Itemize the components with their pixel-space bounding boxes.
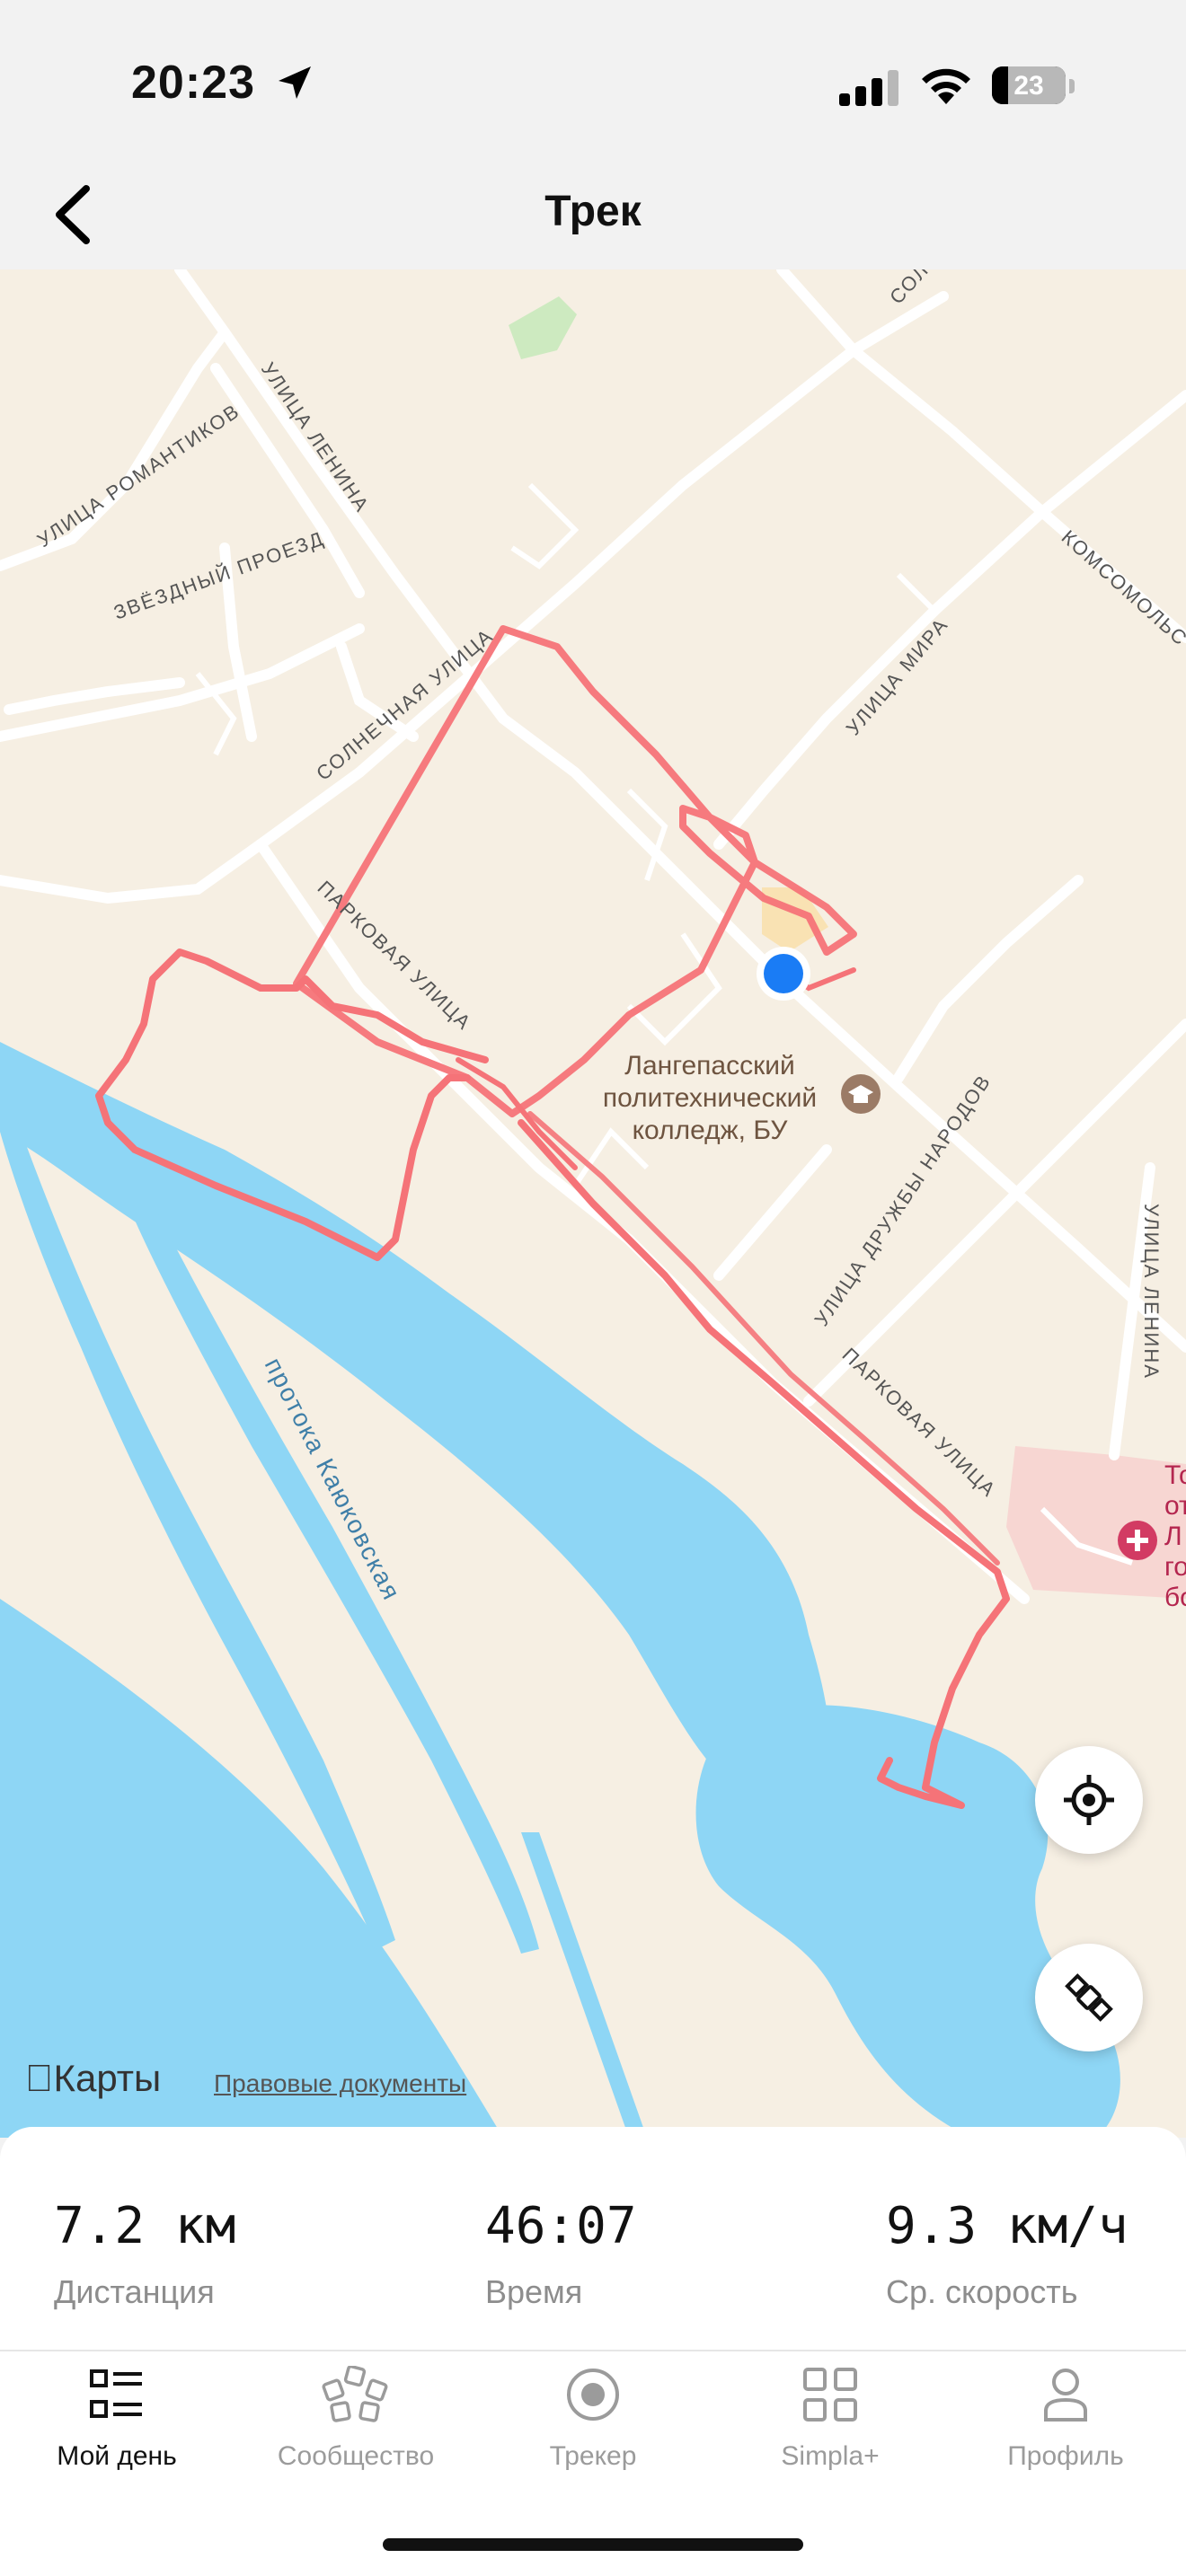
- tracker-icon: [567, 2369, 619, 2421]
- tab-my-day[interactable]: Мой день: [0, 2366, 234, 2472]
- stat-distance-value: 7.2 км: [54, 2197, 236, 2255]
- street-label-mira: УЛИЦА МИРА: [842, 613, 953, 740]
- stat-time: 46:07 Время: [485, 2197, 637, 2311]
- home-indicator: [383, 2538, 803, 2551]
- map-type-button[interactable]: [1035, 1944, 1143, 2051]
- community-icon: [322, 2366, 388, 2422]
- tab-community-label: Сообщество: [277, 2441, 435, 2471]
- stat-distance: 7.2 км Дистанция: [54, 2197, 235, 2311]
- street-label-komsomolskaya: КОМСОМОЛЬС: [1058, 525, 1186, 650]
- street-label-parkovaya-2: ПАРКОВАЯ УЛИЦА: [838, 1344, 1001, 1502]
- street-label-lenina-right: УЛИЦА ЛЕНИНА: [1140, 1204, 1163, 1380]
- tab-simpla-plus-label: Simpla+: [781, 2441, 880, 2471]
- maps-attribution: Карты: [25, 2057, 161, 2099]
- poi-college-line1[interactable]: Лангепасский: [624, 1051, 794, 1081]
- stat-time-value: 46:07: [485, 2197, 637, 2255]
- stats-card: 7.2 км Дистанция 46:07 Время 9.3 км/ч Ср…: [0, 2127, 1186, 2576]
- recenter-button[interactable]: [1035, 1746, 1143, 1854]
- crosshair-icon: [1064, 1775, 1114, 1825]
- cellular-signal-icon: [839, 70, 898, 106]
- apple-logo-icon: : [25, 2057, 54, 2099]
- street-label-romantikov: УЛИЦА РОМАНТИКОВ: [33, 399, 244, 551]
- location-arrow-icon: [279, 66, 311, 99]
- legal-link[interactable]: Правовые документы: [214, 2069, 466, 2098]
- tab-simpla-plus[interactable]: Simpla+: [713, 2366, 947, 2472]
- page-title: Трек: [544, 188, 642, 235]
- poi-hospital-line5[interactable]: бо: [1164, 1583, 1186, 1612]
- poi-hospital-line3[interactable]: Л: [1164, 1522, 1182, 1551]
- poi-college-line3[interactable]: колледж, БУ: [633, 1116, 789, 1145]
- tab-community[interactable]: Сообщество: [239, 2366, 473, 2472]
- poi-college-line2[interactable]: политехнический: [603, 1083, 817, 1113]
- street-label-zvezdny: ЗВЁЗДНЫЙ ПРОЕЗД: [111, 527, 327, 624]
- stat-distance-label: Дистанция: [54, 2273, 215, 2310]
- tab-tracker[interactable]: Трекер: [476, 2366, 710, 2472]
- profile-icon: [1044, 2369, 1087, 2422]
- wifi-icon: [922, 68, 970, 104]
- tab-profile-label: Профиль: [1007, 2441, 1124, 2471]
- street-label-lenina-top: УЛИЦА ЛЕНИНА: [257, 358, 374, 516]
- battery-level: 23: [1013, 71, 1044, 101]
- stat-speed-label: Ср. скорость: [886, 2273, 1078, 2310]
- battery-icon: 23: [992, 66, 1066, 104]
- stat-speed: 9.3 км/ч Ср. скорость: [886, 2197, 1128, 2311]
- poi-hospital-line4[interactable]: го: [1164, 1552, 1186, 1582]
- tab-my-day-label: Мой день: [57, 2441, 177, 2471]
- street-label-druzhby: УЛИЦА ДРУЖБЫ НАРОДОВ: [810, 1071, 995, 1330]
- status-bar: 20:23 23: [0, 0, 1186, 162]
- satellite-icon: [1065, 1973, 1113, 2022]
- map-view[interactable]: УЛИЦА РОМАНТИКОВ УЛИЦА ЛЕНИНА ЗВЁЗДНЫЙ П…: [0, 269, 1186, 2138]
- tabbar-divider: [0, 2350, 1186, 2351]
- grid-icon: [803, 2368, 857, 2422]
- tab-profile[interactable]: Профиль: [949, 2366, 1182, 2472]
- nav-header: Трек: [0, 162, 1186, 269]
- map-canvas: УЛИЦА РОМАНТИКОВ УЛИЦА ЛЕНИНА ЗВЁЗДНЫЙ П…: [0, 269, 1186, 2138]
- list-icon: [90, 2369, 142, 2418]
- status-time: 20:23: [131, 57, 255, 109]
- poi-hospital-line2[interactable]: от: [1164, 1491, 1186, 1521]
- stat-speed-value: 9.3 км/ч: [886, 2197, 1128, 2255]
- stat-time-label: Время: [485, 2273, 583, 2310]
- tab-tracker-label: Трекер: [549, 2441, 637, 2471]
- poi-hospital-line1[interactable]: То: [1164, 1460, 1186, 1490]
